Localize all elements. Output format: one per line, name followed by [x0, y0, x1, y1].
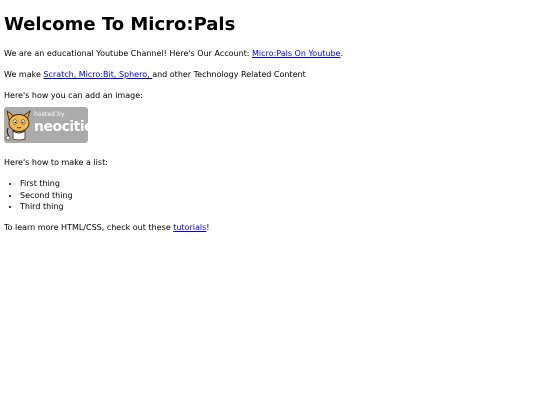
intro-text: We are an educational Youtube Channel! H…	[4, 49, 253, 58]
youtube-link[interactable]: Micro:Pals On Youtube	[252, 49, 340, 58]
neocities-cat-icon	[5, 109, 31, 141]
learn-more-text: To learn more HTML/CSS, check out these	[4, 222, 174, 232]
learn-more-paragraph: To learn more HTML/CSS, check out these …	[4, 223, 534, 233]
image-intro: Here's how you can add an image:	[4, 91, 143, 100]
example-list: First thing Second thing Third thing	[4, 178, 534, 213]
intro-period: .	[340, 49, 344, 58]
tutorials-link[interactable]: tutorials	[173, 223, 206, 232]
learn-more-exclamation: !	[206, 222, 210, 232]
neocities-badge[interactable]: hosted by neocities	[4, 107, 88, 143]
page-content: Welcome To Micro:Pals We are an educatio…	[4, 0, 534, 233]
content-paragraph: We make Scratch, Micro:Bit, Sphero, and …	[4, 70, 534, 80]
technology-link[interactable]: Scratch, Micro:Bit, Sphero,	[43, 70, 152, 79]
intro-paragraph: We are an educational Youtube Channel! H…	[4, 49, 534, 59]
make-rest-text: and other Technology Related Content	[152, 70, 306, 79]
list-item: Third thing	[20, 201, 534, 213]
page-title: Welcome To Micro:Pals	[4, 14, 236, 35]
badge-hosted-text: hosted by	[34, 111, 65, 118]
badge-brand-text: neocities	[34, 119, 88, 135]
list-item: Second thing	[20, 190, 534, 202]
make-text: We make	[4, 70, 44, 79]
list-intro: Here's how to make a list:	[4, 158, 108, 167]
list-item: First thing	[20, 178, 534, 190]
